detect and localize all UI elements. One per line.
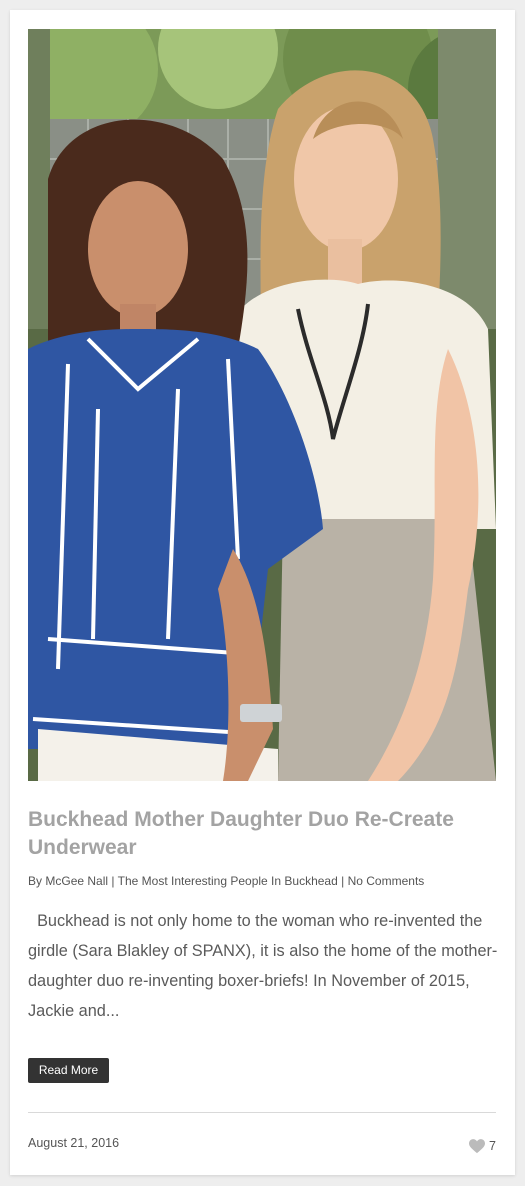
meta-by-prefix: By [28,874,43,888]
post-title[interactable]: Buckhead Mother Daughter Duo Re-Create U… [28,806,498,862]
post-featured-image[interactable] [28,29,496,781]
category-link[interactable]: The Most Interesting People In Buckhead [118,874,338,888]
card-divider [28,1112,496,1113]
read-more-button[interactable]: Read More [28,1058,109,1083]
meta-separator: | [111,874,115,888]
heart-icon [469,1138,486,1154]
post-excerpt: Buckhead is not only home to the woman w… [28,906,498,1026]
author-link[interactable]: McGee Nall [45,874,108,888]
post-date: August 21, 2016 [28,1136,120,1150]
post-image-illustration [28,29,496,781]
meta-separator: | [341,874,345,888]
post-meta: By McGee Nall | The Most Interesting Peo… [28,873,498,889]
post-card: Buckhead Mother Daughter Duo Re-Create U… [10,10,515,1175]
like-button[interactable]: 7 [469,1137,496,1155]
comments-link[interactable]: No Comments [348,874,425,888]
post-excerpt-text: Buckhead is not only home to the woman w… [28,912,498,1020]
like-count: 7 [489,1139,496,1153]
